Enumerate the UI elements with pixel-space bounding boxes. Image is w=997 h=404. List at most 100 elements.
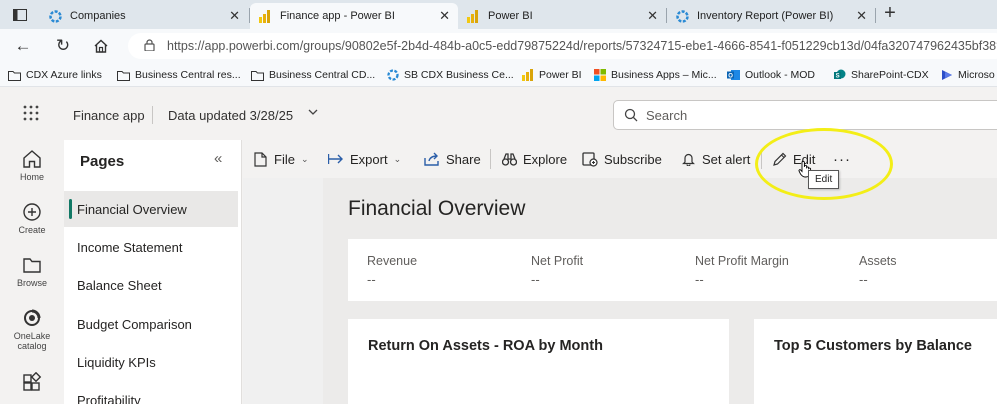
window-menu-button[interactable] — [0, 0, 40, 29]
close-icon[interactable]: ✕ — [229, 8, 240, 24]
back-icon[interactable]: ← — [12, 35, 34, 57]
close-icon[interactable]: ✕ — [856, 8, 867, 24]
new-tab-button[interactable]: + — [878, 2, 902, 26]
nav-create[interactable]: Create — [0, 201, 64, 235]
sharepoint-icon: S — [833, 69, 846, 81]
favorite-link[interactable]: SB CDX Business Ce... — [386, 67, 514, 83]
nav-label: Create — [18, 225, 46, 235]
file-icon — [252, 151, 268, 167]
nav-label: OneLake catalog — [13, 331, 51, 351]
browser-tab-active[interactable]: Finance app - Power BI ✕ — [250, 3, 458, 29]
file-menu-button[interactable]: File ⌄ — [252, 150, 309, 168]
report-canvas: Financial Overview Revenue -- Net Profit… — [243, 178, 997, 404]
favorite-link[interactable]: Power BI — [521, 67, 582, 83]
file-label: File — [274, 151, 295, 167]
folder-icon — [117, 69, 130, 81]
kpi-net-profit[interactable]: Net Profit -- — [531, 254, 583, 287]
favorite-label: Power BI — [539, 69, 582, 81]
chevron-down-icon[interactable] — [308, 107, 318, 119]
browser-tab[interactable]: Power BI ✕ — [458, 3, 666, 29]
visual-roa-by-month[interactable]: Return On Assets - ROA by Month — [348, 319, 729, 404]
favorite-link[interactable]: Business Central CD... — [251, 67, 375, 83]
favorite-link[interactable]: S SharePoint-CDX — [833, 67, 929, 83]
favorite-label: Business Central res... — [135, 69, 241, 81]
favorite-label: CDX Azure links — [26, 69, 102, 81]
share-label: Share — [446, 151, 481, 167]
search-input[interactable] — [646, 107, 946, 123]
report-title: Financial Overview — [348, 197, 526, 220]
nav-onelake-catalog[interactable]: OneLake catalog — [0, 307, 64, 351]
home-button[interactable] — [90, 35, 112, 57]
app-launcher-icon[interactable] — [22, 104, 42, 124]
favorite-link[interactable]: Business Central res... — [117, 67, 241, 83]
nav-apps[interactable] — [0, 372, 64, 396]
blue-gear-icon — [48, 9, 62, 23]
folder-icon — [251, 69, 264, 81]
url-field[interactable]: https://app.powerbi.com/groups/90802e5f-… — [128, 33, 997, 59]
kpi-assets[interactable]: Assets -- — [859, 254, 897, 287]
tab-title: Finance app - Power BI — [280, 10, 395, 22]
app-name[interactable]: Finance app — [73, 108, 145, 123]
refresh-icon[interactable]: ↻ — [52, 35, 74, 57]
nav-label: Home — [19, 172, 44, 182]
page-item-income-statement[interactable]: Income Statement — [64, 229, 238, 265]
visual-title: Top 5 Customers by Balance — [774, 338, 972, 354]
page-item-balance-sheet[interactable]: Balance Sheet — [64, 267, 238, 303]
page-item-financial-overview[interactable]: Financial Overview — [64, 191, 238, 227]
browser-tab[interactable]: Companies ✕ — [40, 3, 248, 29]
favorite-link[interactable]: O Outlook - MOD — [727, 67, 815, 83]
export-menu-button[interactable]: Export ⌄ — [328, 150, 401, 168]
pages-title: Pages — [80, 153, 125, 170]
apps-icon — [23, 372, 42, 391]
explore-label: Explore — [523, 151, 568, 167]
tab-title: Companies — [70, 10, 126, 22]
nav-home[interactable]: Home — [0, 148, 64, 182]
powerbi-icon — [466, 9, 480, 23]
onelake-icon — [24, 309, 41, 326]
data-updated-label[interactable]: Data updated 3/28/25 — [168, 108, 293, 123]
subscribe-icon — [582, 151, 598, 167]
kpi-net-profit-margin[interactable]: Net Profit Margin -- — [695, 254, 789, 287]
search-icon — [624, 108, 638, 122]
dynamics-icon — [940, 69, 953, 81]
favorite-label: Microso — [958, 69, 995, 81]
edit-tooltip: Edit — [808, 170, 840, 189]
favorite-label: SharePoint-CDX — [851, 69, 929, 81]
close-icon[interactable]: ✕ — [647, 8, 658, 24]
export-icon — [328, 151, 344, 167]
set-alert-label: Set alert — [702, 151, 751, 167]
page-item-profitability[interactable]: Profitability — [64, 382, 238, 404]
kpi-label: Assets — [859, 254, 897, 268]
search-box[interactable] — [613, 100, 997, 130]
set-alert-button[interactable]: Set alert — [680, 150, 750, 168]
share-icon — [424, 151, 440, 167]
nav-browse[interactable]: Browse — [0, 254, 64, 288]
explore-button[interactable]: Explore — [501, 150, 567, 168]
svg-text:S: S — [835, 74, 839, 80]
share-button[interactable]: Share — [424, 150, 481, 168]
subscribe-button[interactable]: Subscribe — [582, 150, 662, 168]
plus-circle-icon — [23, 203, 41, 221]
close-icon[interactable]: ✕ — [439, 8, 450, 24]
collapse-pane-icon[interactable]: « — [214, 150, 222, 167]
favorite-link[interactable]: Microso — [940, 67, 995, 83]
browser-tab[interactable]: Inventory Report (Power BI) ✕ — [667, 3, 875, 29]
visual-title: Return On Assets - ROA by Month — [368, 338, 603, 354]
more-options-button[interactable]: ··· — [833, 150, 851, 168]
kpi-label: Net Profit — [531, 254, 584, 268]
home-icon — [94, 39, 108, 53]
folder-icon — [8, 69, 21, 81]
visual-top-customers[interactable]: Top 5 Customers by Balance — [754, 319, 997, 404]
kpi-label: Net Profit Margin — [695, 254, 789, 268]
favorite-link[interactable]: CDX Azure links — [8, 67, 102, 83]
toolbar-divider — [490, 149, 491, 169]
kpi-revenue[interactable]: Revenue -- — [367, 254, 417, 287]
page-item-liquidity-kpis[interactable]: Liquidity KPIs — [64, 344, 238, 380]
bell-icon — [680, 151, 696, 167]
favorite-link[interactable]: Business Apps – Mic... — [593, 67, 717, 83]
tab-title: Power BI — [488, 10, 533, 22]
kpi-label: Revenue — [367, 254, 418, 268]
microsoft-icon — [593, 69, 606, 81]
page-item-budget-comparison[interactable]: Budget Comparison — [64, 306, 238, 342]
left-nav-rail: Home Create Browse OneLake catalog — [0, 140, 64, 404]
